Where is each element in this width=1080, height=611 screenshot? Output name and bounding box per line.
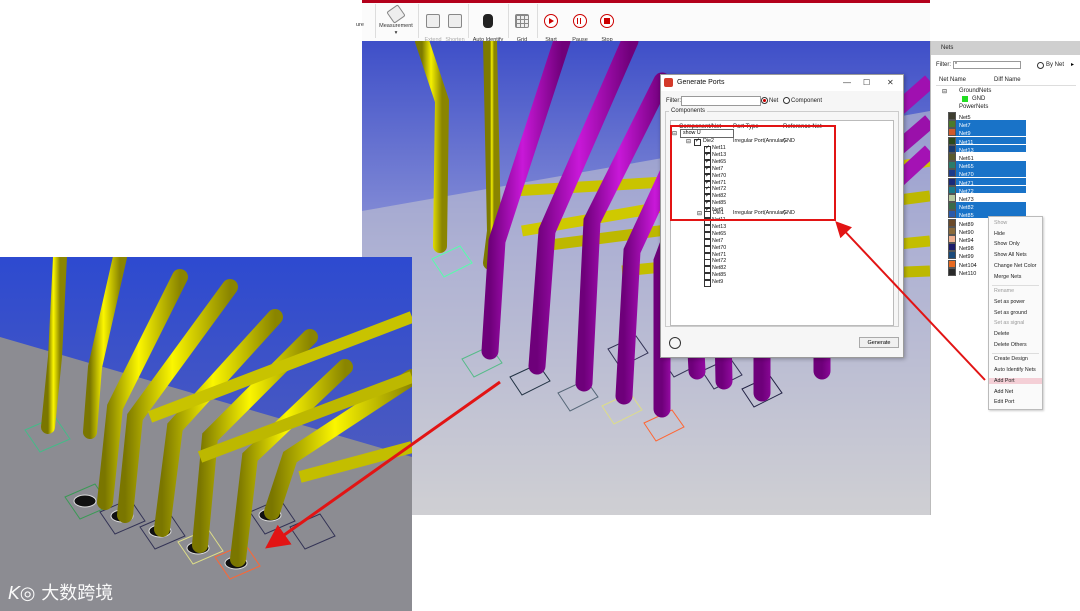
arrow-to-inset (265, 380, 501, 549)
annotation-arrows (265, 221, 986, 549)
arrow-to-dialog (835, 221, 986, 381)
